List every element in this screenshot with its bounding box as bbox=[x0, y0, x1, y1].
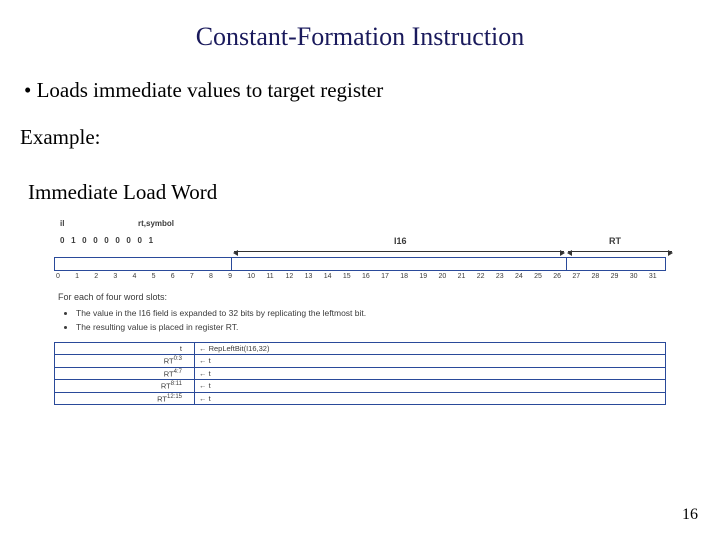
bit-number: 27 bbox=[570, 273, 589, 280]
bit-number: 15 bbox=[341, 273, 360, 280]
bit-number: 21 bbox=[456, 273, 475, 280]
bit-number: 30 bbox=[628, 273, 647, 280]
bit-number: 25 bbox=[532, 273, 551, 280]
rhs-cell: ← t bbox=[195, 392, 666, 405]
lhs-cell: RT8:11 bbox=[55, 380, 195, 393]
bit-number: 5 bbox=[150, 273, 169, 280]
bit-number: 16 bbox=[360, 273, 379, 280]
bit-number: 10 bbox=[245, 273, 264, 280]
bit-number: 12 bbox=[284, 273, 303, 280]
bullet-loads-immediate: Loads immediate values to target registe… bbox=[24, 78, 702, 103]
subheading: Immediate Load Word bbox=[28, 180, 702, 205]
instruction-diagram: il rt,symbol 0 1 0 0 0 0 0 0 1 I16 RT 01… bbox=[54, 219, 666, 405]
bit-number: 3 bbox=[111, 273, 130, 280]
bit-number: 2 bbox=[92, 273, 111, 280]
table-row: t← RepLeftBit(I16,32) bbox=[55, 343, 666, 355]
rhs-cell: ← t bbox=[195, 380, 666, 393]
rhs-cell: ← t bbox=[195, 355, 666, 368]
table-row: RT8:11← t bbox=[55, 380, 666, 393]
operand-syntax: rt,symbol bbox=[138, 219, 174, 228]
bit-number: 29 bbox=[609, 273, 628, 280]
field-label-i16: I16 bbox=[394, 236, 407, 246]
example-label: Example: bbox=[20, 125, 702, 150]
bit-number: 1 bbox=[73, 273, 92, 280]
bit-number: 23 bbox=[494, 273, 513, 280]
desc-intro: For each of four word slots: bbox=[58, 292, 666, 302]
bit-number: 24 bbox=[513, 273, 532, 280]
field-label-rt: RT bbox=[609, 236, 621, 246]
rhs-cell: ← RepLeftBit(I16,32) bbox=[195, 343, 666, 355]
slide-title: Constant-Formation Instruction bbox=[18, 22, 702, 52]
bit-number: 7 bbox=[188, 273, 207, 280]
bit-number: 17 bbox=[379, 273, 398, 280]
bit-number: 14 bbox=[322, 273, 341, 280]
bitfield-box bbox=[54, 257, 666, 271]
lhs-cell: t bbox=[55, 343, 195, 355]
rhs-cell: ← t bbox=[195, 367, 666, 380]
lhs-cell: RT4:7 bbox=[55, 367, 195, 380]
bit-number: 22 bbox=[475, 273, 494, 280]
bit-number: 8 bbox=[207, 273, 226, 280]
bit-number: 6 bbox=[169, 273, 188, 280]
bit-number: 20 bbox=[437, 273, 456, 280]
desc-item: The value in the I16 field is expanded t… bbox=[76, 308, 666, 318]
bit-number: 0 bbox=[54, 273, 73, 280]
bit-number: 19 bbox=[417, 273, 436, 280]
table-row: RT12:15← t bbox=[55, 392, 666, 405]
page-number: 16 bbox=[682, 506, 698, 524]
lhs-cell: RT0:3 bbox=[55, 355, 195, 368]
mnemonic: il bbox=[60, 219, 138, 228]
bit-number: 4 bbox=[131, 273, 150, 280]
bit-number: 18 bbox=[398, 273, 417, 280]
span-arrow-rt bbox=[568, 251, 672, 255]
lhs-cell: RT12:15 bbox=[55, 392, 195, 405]
bit-number: 26 bbox=[551, 273, 570, 280]
bit-number: 28 bbox=[590, 273, 609, 280]
desc-item: The resulting value is placed in registe… bbox=[76, 322, 666, 332]
bit-number: 11 bbox=[264, 273, 283, 280]
table-row: RT0:3← t bbox=[55, 355, 666, 368]
bit-numbers: 0123456789101112131415161718192021222324… bbox=[54, 273, 666, 280]
opcode-bits: 0 1 0 0 0 0 0 0 1 bbox=[60, 236, 155, 245]
bit-number: 31 bbox=[647, 273, 666, 280]
pseudocode-table: t← RepLeftBit(I16,32)RT0:3← tRT4:7← tRT8… bbox=[54, 342, 666, 405]
span-arrow-i16 bbox=[234, 251, 564, 255]
bit-number: 9 bbox=[226, 273, 245, 280]
bit-number: 13 bbox=[303, 273, 322, 280]
table-row: RT4:7← t bbox=[55, 367, 666, 380]
